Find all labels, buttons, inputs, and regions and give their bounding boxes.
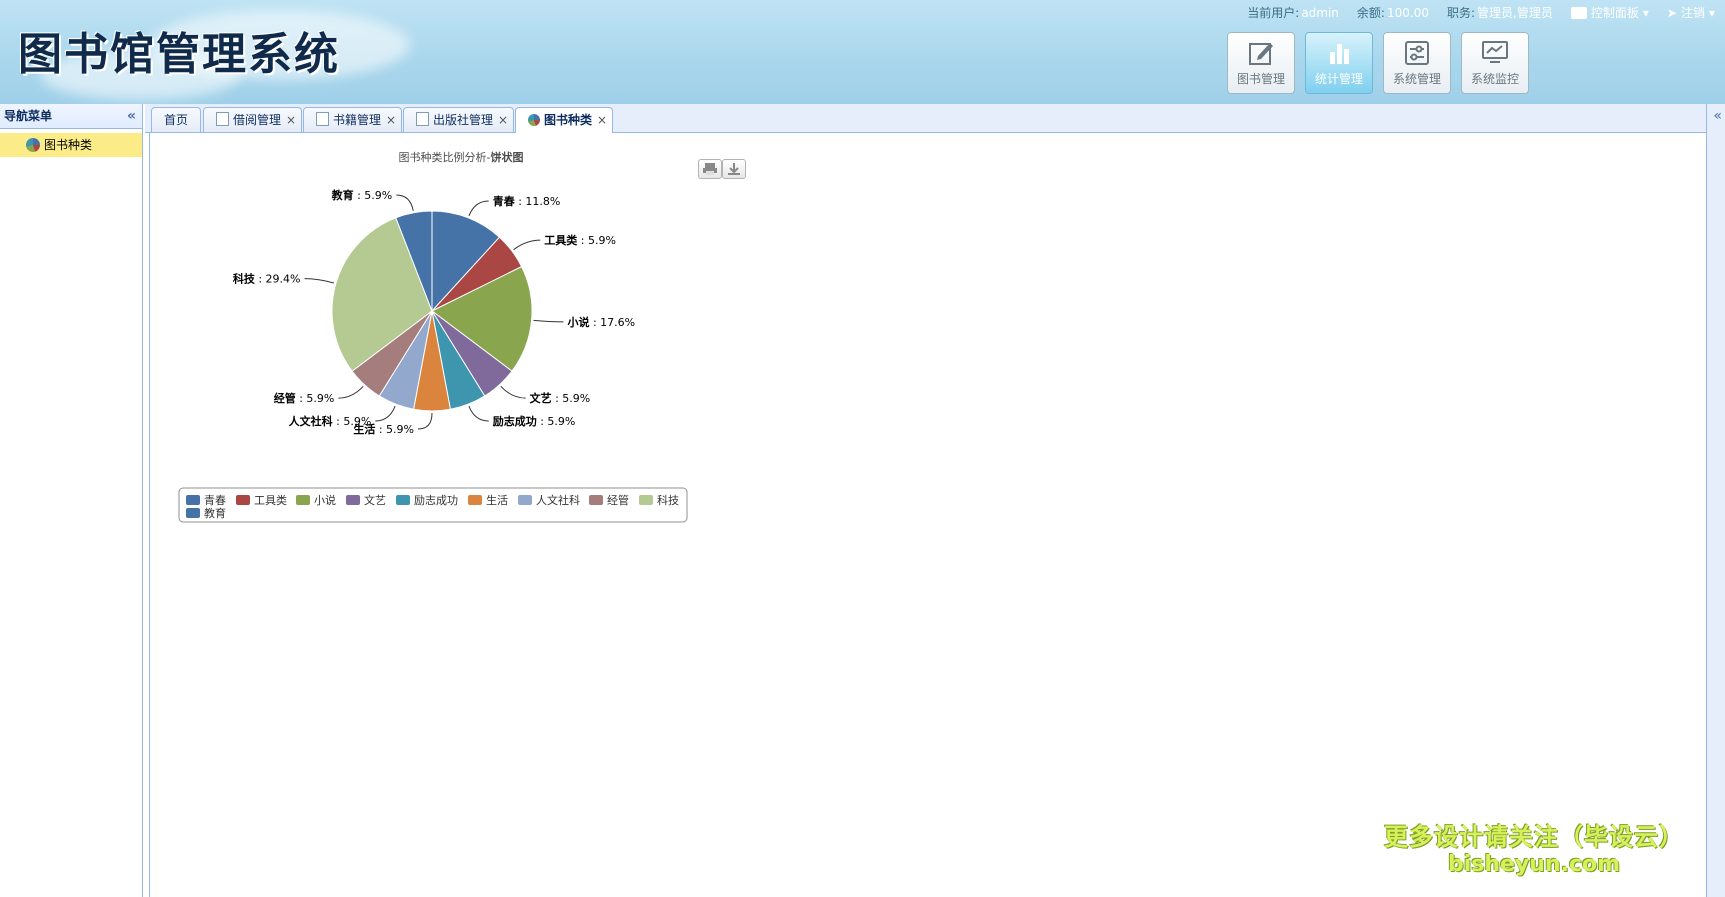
legend-item[interactable]: 科技 xyxy=(639,493,679,507)
chevron-down-icon: ▾ xyxy=(1642,5,1649,20)
legend-swatch xyxy=(396,495,410,505)
chart-title: 图书种类比例分析-饼状图 xyxy=(399,150,524,164)
legend-swatch xyxy=(468,495,482,505)
close-icon[interactable]: × xyxy=(386,108,396,132)
collapse-left-icon[interactable]: « xyxy=(127,104,136,128)
navigation-sidebar: 导航菜单 « 图书种类 xyxy=(0,104,143,897)
data-label: 小说 : 17.6% xyxy=(566,315,635,329)
module-system-management[interactable]: 系统管理 xyxy=(1383,32,1451,94)
role: 职务: 管理员,管理员 xyxy=(1446,6,1553,20)
legend-item[interactable]: 教育 xyxy=(186,506,226,520)
legend-swatch xyxy=(589,495,603,505)
legend-item[interactable]: 人文社科 xyxy=(518,493,580,507)
sidebar-title: 导航菜单 xyxy=(4,109,53,123)
module-book-management[interactable]: 图书管理 xyxy=(1227,32,1295,94)
legend-swatch xyxy=(186,495,200,505)
legend-label: 励志成功 xyxy=(414,494,458,507)
connector-line xyxy=(468,405,489,422)
legend-swatch xyxy=(346,495,360,505)
connector-line xyxy=(468,200,489,217)
connector-line xyxy=(304,278,335,284)
sidebar-header: 导航菜单 « xyxy=(0,104,142,129)
legend-swatch xyxy=(639,495,653,505)
pie-chart-icon xyxy=(26,138,40,152)
monitor-icon xyxy=(1482,40,1508,63)
right-collapsed-panel: « xyxy=(1706,104,1725,897)
close-icon[interactable]: × xyxy=(286,108,296,132)
data-label: 青春 : 11.8% xyxy=(493,194,561,208)
legend-swatch xyxy=(236,495,250,505)
watermark: 更多设计请关注（毕设云） bisheyun.com xyxy=(1384,823,1684,877)
tab-book-management[interactable]: 书籍管理 × xyxy=(303,107,403,132)
legend-label: 文艺 xyxy=(364,493,386,507)
legend-swatch xyxy=(296,495,310,505)
module-system-monitor[interactable]: 系统监控 xyxy=(1461,32,1529,94)
data-label: 励志成功 : 5.9% xyxy=(493,414,576,428)
pie-chart: 图书种类比例分析-饼状图 青春 : 11.8% 工具类 : 5.9% 小说 : 17… xyxy=(178,150,688,523)
data-label: 科技 : 29.4% xyxy=(233,272,301,286)
module-switcher: 图书管理 统计管理 系统管理 系统监控 xyxy=(1227,32,1529,94)
legend-swatch xyxy=(518,495,532,505)
document-icon xyxy=(316,112,329,126)
user-info-bar: 当前用户: admin 余额: 100.00 职务: 管理员,管理员 控制面板 ▾ ➤ … xyxy=(1247,4,1715,21)
print-icon xyxy=(703,163,717,175)
data-label: 工具类 : 5.9% xyxy=(544,233,616,247)
close-icon[interactable]: × xyxy=(498,108,508,132)
legend-label: 青春 xyxy=(204,494,226,507)
data-label: 文艺 : 5.9% xyxy=(530,391,591,405)
tab-borrow-management[interactable]: 借阅管理 × xyxy=(203,107,303,132)
control-panel-button[interactable]: 控制面板 ▾ xyxy=(1570,4,1649,21)
legend-item[interactable]: 小说 xyxy=(296,493,336,507)
tab-book-category[interactable]: 图书种类 × xyxy=(515,107,614,133)
app-header: 图书馆管理系统 当前用户: admin 余额: 100.00 职务: 管理员,管理员 … xyxy=(0,0,1725,104)
legend-label: 工具类 xyxy=(254,493,287,507)
connector-line xyxy=(396,194,414,211)
data-label: 教育 : 5.9% xyxy=(331,188,393,202)
legend-item[interactable]: 经管 xyxy=(589,493,629,507)
tab-bar: 首页 借阅管理 × 书籍管理 × 出版社管理 × 图书种类 × xyxy=(145,104,1707,133)
send-icon: ➤ xyxy=(1666,5,1677,20)
logout-button[interactable]: ➤ 注销 ▾ xyxy=(1667,4,1715,21)
connector-line xyxy=(375,405,396,422)
pie-chart-icon xyxy=(528,114,540,126)
expand-panel-icon[interactable]: « xyxy=(1713,108,1722,124)
bar-chart-icon xyxy=(1330,43,1349,64)
chevron-down-icon: ▾ xyxy=(1708,5,1715,20)
print-button[interactable] xyxy=(698,159,722,179)
pie-chart-container: 图书种类比例分析-饼状图 青春 : 11.8% 工具类 : 5.9% 小说 : 17… xyxy=(166,143,746,543)
legend-label: 经管 xyxy=(607,493,629,507)
current-user: 当前用户: admin xyxy=(1247,6,1339,20)
tab-publisher-management[interactable]: 出版社管理 × xyxy=(403,107,515,132)
module-statistics[interactable]: 统计管理 xyxy=(1305,32,1373,94)
download-icon xyxy=(728,163,740,175)
edit-icon xyxy=(1249,42,1273,65)
balance: 余额: 100.00 xyxy=(1356,6,1429,20)
connector-line xyxy=(500,385,526,399)
legend-swatch xyxy=(186,508,200,518)
data-label: 经管 : 5.9% xyxy=(274,391,335,405)
export-button[interactable] xyxy=(722,159,746,179)
close-icon[interactable]: × xyxy=(597,108,607,132)
connector-line xyxy=(513,239,541,251)
legend-label: 科技 xyxy=(657,493,679,507)
connector-line xyxy=(533,319,564,323)
legend-label: 小说 xyxy=(314,493,336,507)
legend-item[interactable]: 生活 xyxy=(468,493,508,507)
legend-label: 教育 xyxy=(204,506,226,520)
data-label: 人文社科 : 5.9% xyxy=(289,414,372,428)
main-content: 图书种类比例分析-饼状图 青春 : 11.8% 工具类 : 5.9% 小说 : 17… xyxy=(149,133,1706,897)
legend-item[interactable]: 工具类 xyxy=(236,493,287,507)
connector-line xyxy=(417,412,433,430)
app-title: 图书馆管理系统 xyxy=(18,29,340,80)
settings-sliders-icon xyxy=(1405,40,1429,65)
connector-line xyxy=(338,385,364,399)
document-icon xyxy=(216,112,229,126)
tab-home[interactable]: 首页 xyxy=(151,107,202,132)
legend-label: 生活 xyxy=(486,493,508,507)
document-icon xyxy=(416,112,429,126)
sidebar-item-book-category[interactable]: 图书种类 xyxy=(0,133,142,157)
legend-label: 人文社科 xyxy=(536,493,580,507)
legend-item[interactable]: 文艺 xyxy=(346,493,386,507)
panel-icon xyxy=(1570,6,1587,19)
